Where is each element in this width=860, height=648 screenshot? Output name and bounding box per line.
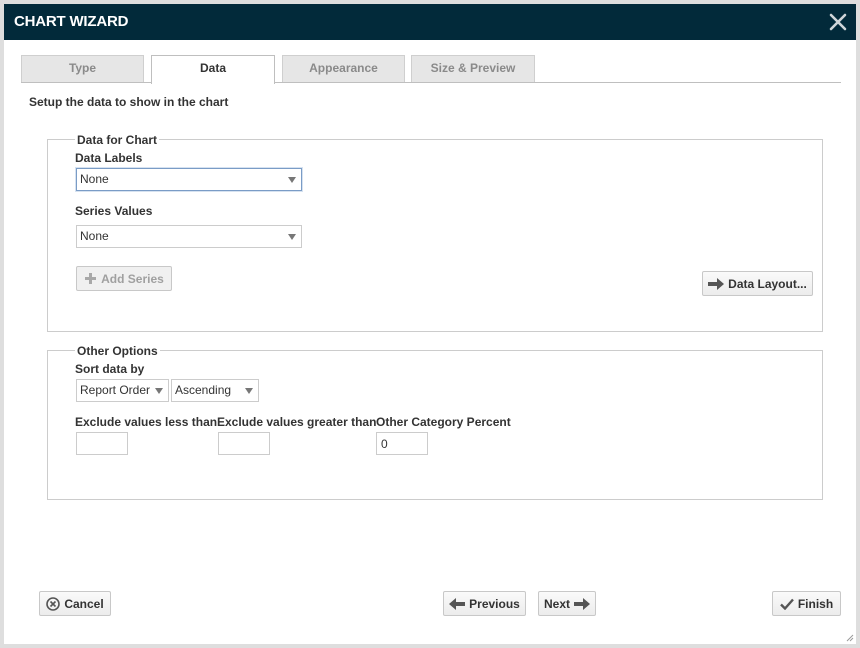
exclude-greater-input[interactable] — [218, 432, 270, 455]
exclude-less-label: Exclude values less than — [75, 415, 218, 429]
dialog-title: CHART WIZARD — [14, 13, 129, 30]
series-values-label: Series Values — [75, 204, 153, 218]
arrow-right-icon — [574, 597, 590, 610]
sort-order-value: Ascending — [175, 383, 232, 397]
step-description: Setup the data to show in the chart — [29, 95, 229, 109]
chevron-down-icon — [288, 234, 296, 240]
other-options-legend: Other Options — [75, 344, 160, 358]
close-icon[interactable] — [826, 10, 850, 34]
data-labels-select[interactable]: None — [76, 168, 302, 191]
chevron-down-icon — [245, 388, 253, 394]
sort-order-select[interactable]: Ascending — [171, 379, 259, 402]
exclude-greater-label: Exclude values greater than — [217, 415, 377, 429]
other-percent-input[interactable] — [376, 432, 428, 455]
sort-data-label: Sort data by — [75, 362, 145, 376]
data-layout-button[interactable]: Data Layout... — [702, 271, 813, 296]
sort-field-value: Report Order — [80, 383, 151, 397]
tab-type[interactable]: Type — [21, 55, 144, 82]
sort-field-select[interactable]: Report Order — [76, 379, 169, 402]
chevron-down-icon — [288, 177, 296, 183]
data-labels-label: Data Labels — [75, 151, 143, 165]
checkmark-icon — [779, 598, 794, 610]
tab-appearance[interactable]: Appearance — [282, 55, 405, 82]
chevron-down-icon — [155, 388, 163, 394]
plus-icon — [85, 273, 97, 284]
cancel-button[interactable]: Cancel — [39, 591, 111, 616]
data-labels-value: None — [80, 172, 109, 186]
data-layout-label: Data Layout... — [728, 276, 807, 291]
other-percent-label: Other Category Percent — [376, 415, 511, 429]
add-series-button[interactable]: Add Series — [76, 266, 172, 291]
tab-size-preview[interactable]: Size & Preview — [411, 55, 535, 82]
series-values-select[interactable]: None — [76, 225, 302, 248]
tabs-divider — [21, 82, 841, 83]
cancel-icon — [46, 596, 61, 611]
add-series-label: Add Series — [101, 271, 164, 286]
data-for-chart-legend: Data for Chart — [75, 133, 160, 147]
arrow-left-icon — [449, 597, 466, 610]
finish-label: Finish — [797, 596, 834, 611]
tab-data[interactable]: Data — [151, 55, 275, 84]
window-frame: CHART WIZARD Type Data Appearance Size &… — [0, 0, 860, 648]
resize-grip-icon[interactable] — [844, 632, 854, 642]
next-button[interactable]: Next — [538, 591, 596, 616]
arrow-right-icon — [708, 277, 725, 290]
chart-wizard-dialog: CHART WIZARD Type Data Appearance Size &… — [4, 4, 856, 644]
active-tab-gap — [152, 82, 274, 83]
exclude-less-input[interactable] — [76, 432, 128, 455]
next-label: Next — [543, 596, 570, 611]
title-bar: CHART WIZARD — [4, 4, 856, 40]
previous-label: Previous — [469, 596, 520, 611]
finish-button[interactable]: Finish — [772, 591, 841, 616]
previous-button[interactable]: Previous — [443, 591, 526, 616]
series-values-value: None — [80, 229, 109, 243]
cancel-label: Cancel — [64, 596, 104, 611]
